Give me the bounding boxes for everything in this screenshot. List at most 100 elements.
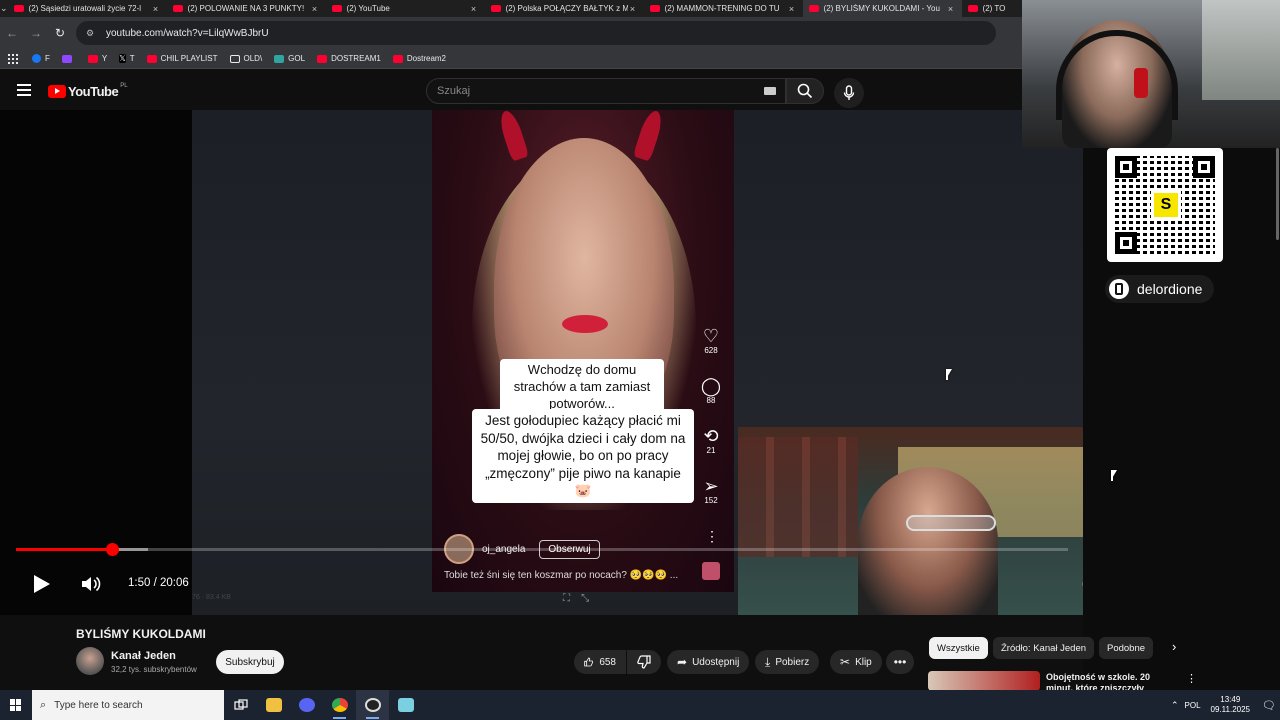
phone-icon [1109, 279, 1129, 299]
keyboard-icon[interactable] [764, 87, 776, 95]
start-button[interactable] [0, 690, 32, 720]
youtube-logo[interactable]: YouTube PL [48, 83, 128, 99]
close-tab-icon[interactable]: × [946, 4, 956, 14]
taskbar-notepad[interactable] [389, 690, 422, 720]
bookmark-gol[interactable]: GOL [274, 54, 305, 63]
video-player[interactable]: Wchodzę do domu strachów a tam zamiast p… [0, 110, 1083, 615]
bookmark-label: Y [101, 54, 108, 63]
progress-scrubber[interactable] [105, 543, 119, 556]
share-button[interactable]: ➦ Udostępnij [667, 650, 750, 674]
chevron-right-icon[interactable]: › [1172, 639, 1176, 654]
volume-button[interactable] [80, 574, 102, 594]
more-vertical-icon: ⋮ [705, 528, 719, 544]
inset-glasses [906, 515, 996, 531]
more-vertical-icon[interactable]: ⋮ [1186, 672, 1197, 685]
chip-all[interactable]: Wszystkie [929, 637, 988, 659]
apps-icon[interactable] [8, 53, 18, 64]
back-icon[interactable]: ← [0, 26, 24, 40]
clock[interactable]: 13:49 09.11.2025 [1211, 695, 1250, 715]
bookmark-dostream1[interactable]: DOSTREAM1 [317, 54, 381, 63]
youtube-favicon-icon [967, 5, 978, 12]
chip-source-channel[interactable]: Źródło: Kanał Jeden [993, 637, 1095, 659]
search-button[interactable] [786, 78, 824, 104]
bookmark-label: OLD\ [243, 54, 263, 63]
tab-title: (2) MAMMON-TRENING DO TU [664, 4, 780, 13]
channel-avatar[interactable] [76, 647, 104, 675]
url-field[interactable]: ⚙ youtube.com/watch?v=LilqWwBJbrU [76, 21, 996, 45]
like-button[interactable]: 658 [574, 650, 626, 674]
browser-tab[interactable]: (2) Sąsiedzi uratowali życie 72-l × [8, 0, 167, 17]
bookmark-chil-playlist[interactable]: CHIL PLAYLIST [146, 54, 218, 63]
browser-tab[interactable]: (2) Polska POŁĄCZY BAŁTYK z M × [485, 0, 644, 17]
reload-icon[interactable]: ↻ [48, 26, 72, 40]
browser-tab[interactable]: (2) TO [962, 0, 1022, 17]
youtube-favicon-icon [331, 5, 342, 12]
chevron-up-icon[interactable]: ⌃ [1171, 700, 1179, 711]
stream-handle: delordione [1105, 275, 1215, 303]
bookmark-facebook[interactable]: F [32, 54, 50, 63]
short-caption: Tobie też śni się ten koszmar po nocach?… [444, 570, 679, 581]
youtube-favicon-icon [808, 5, 819, 12]
language-indicator[interactable]: POL [1185, 701, 1201, 710]
taskbar-obs[interactable] [356, 690, 389, 720]
streamer-webcam [1022, 0, 1280, 148]
dislike-button[interactable] [627, 650, 661, 674]
task-view-button[interactable] [224, 690, 257, 720]
taskbar-chrome[interactable] [323, 690, 356, 720]
mouse-cursor-icon [946, 369, 952, 380]
voice-search-button[interactable] [834, 78, 864, 108]
taskbar-search[interactable]: ⌕ Type here to search [32, 690, 224, 720]
music-thumbnail [702, 562, 720, 580]
chip-similar[interactable]: Podobne [1099, 637, 1154, 659]
menu-icon[interactable] [17, 84, 31, 96]
browser-tab[interactable]: (2) MAMMON-TRENING DO TU × [644, 0, 803, 17]
browser-tab[interactable]: (2) YouTube × [326, 0, 485, 17]
close-tab-icon[interactable]: × [469, 4, 479, 14]
search-input[interactable]: Szukaj [426, 78, 786, 104]
channel-name[interactable]: Kanał Jeden [111, 650, 176, 662]
close-tab-icon[interactable]: × [787, 4, 797, 14]
devil-horn-right [632, 110, 666, 162]
x-icon: 𝕏 [119, 54, 126, 63]
bookmark-label: GOL [288, 54, 306, 63]
youtube-header: YouTube PL Szukaj [0, 70, 1022, 110]
close-tab-icon[interactable]: × [628, 4, 638, 14]
forward-icon[interactable]: → [24, 26, 48, 40]
bookmark-x[interactable]: 𝕏T [119, 54, 135, 63]
notifications-button[interactable]: 🗨 [1258, 690, 1280, 720]
download-button[interactable]: ⤓ Pobierz [755, 650, 820, 674]
taskbar-file-explorer[interactable] [257, 690, 290, 720]
scrollbar-thumb[interactable] [1276, 148, 1279, 240]
bookmark-folder-old[interactable]: OLD\ [229, 54, 263, 63]
video-title: BYLIŚMY KUKOLDAMI [76, 627, 206, 641]
taskbar-discord[interactable] [290, 690, 323, 720]
youtube-favicon-icon [490, 5, 501, 12]
facebook-icon [32, 54, 41, 63]
close-tab-icon[interactable]: × [310, 4, 320, 14]
browser-tab-active[interactable]: (2) BYLIŚMY KUKOLDAMI - You × [802, 0, 962, 17]
more-actions-button[interactable]: ••• [886, 650, 914, 674]
qr-finder [1193, 156, 1215, 178]
tab-search-menu-icon[interactable]: ⌄ [0, 0, 8, 17]
scissors-icon: ✂ [840, 655, 851, 669]
clip-button[interactable]: ✂ Klip [830, 650, 882, 674]
browser-tab[interactable]: (2) POLOWANIE NA 3 PUNKTY! × [167, 0, 326, 17]
gol-icon [274, 54, 285, 63]
url-text: youtube.com/watch?v=LilqWwBJbrU [106, 27, 269, 39]
heart-icon: ♡ [702, 326, 720, 346]
site-info-icon[interactable]: ⚙ [86, 28, 98, 39]
stream-handle-text: delordione [1137, 281, 1203, 297]
close-tab-icon[interactable]: × [151, 4, 161, 14]
youtube-icon [317, 54, 328, 63]
progress-bar[interactable] [16, 548, 1068, 551]
streamer-inset [738, 427, 1083, 615]
tab-title: (2) Sąsiedzi uratowali życie 72-l [28, 4, 142, 13]
bookmark-label: Dostream2 [406, 54, 446, 63]
bookmark-twitch[interactable] [61, 54, 76, 63]
recommended-title[interactable]: Obojętność w szkole. 20 minut, które zni… [1046, 672, 1178, 690]
play-button[interactable] [30, 573, 52, 595]
bookmark-dostream2[interactable]: Dostream2 [392, 54, 446, 63]
bookmark-youtube[interactable]: Y [87, 54, 108, 63]
recommended-thumbnail[interactable] [928, 671, 1040, 691]
subscribe-button[interactable]: Subskrybuj [216, 650, 284, 674]
